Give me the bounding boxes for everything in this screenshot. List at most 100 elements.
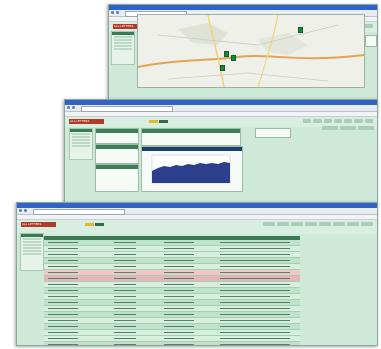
map-marker[interactable]: [298, 27, 303, 33]
back-icon[interactable]: [111, 11, 114, 14]
table-cell: [164, 338, 194, 339]
table-cell: [48, 320, 78, 321]
table-cell: [48, 296, 78, 297]
table-cell: [220, 248, 290, 249]
browser-toolbar: [65, 105, 377, 112]
table-cell: [164, 290, 194, 291]
table-cell: [114, 344, 136, 345]
table-cell: [114, 278, 136, 279]
table-cell: [220, 284, 290, 285]
table-cell: [48, 248, 78, 249]
header-menu: [263, 222, 373, 226]
tab[interactable]: [95, 223, 104, 226]
line-chart: [151, 154, 231, 184]
sidebar-nav: [111, 31, 135, 65]
table-cell: [164, 344, 194, 345]
table-cell: [164, 332, 194, 333]
table-cell: [114, 326, 136, 327]
header-menu: [303, 119, 373, 123]
browser-window-chart[interactable]: ALL LETTERS: [64, 99, 378, 205]
forward-icon[interactable]: [116, 11, 119, 14]
table-cell: [220, 278, 290, 279]
table-cell: [114, 242, 136, 243]
options-panel: [95, 164, 139, 192]
address-bar[interactable]: [81, 106, 173, 112]
table-cell: [164, 278, 194, 279]
table-cell: [164, 326, 194, 327]
map-info-panel: [365, 35, 377, 47]
table-cell: [48, 326, 78, 327]
table-cell: [220, 296, 290, 297]
table-cell: [220, 314, 290, 315]
table-cell: [114, 320, 136, 321]
table-cell: [114, 248, 136, 249]
back-icon[interactable]: [19, 209, 22, 212]
map-marker[interactable]: [231, 55, 236, 61]
table-cell: [48, 284, 78, 285]
table-cell: [164, 266, 194, 267]
status-panel: [255, 128, 291, 138]
table-cell: [220, 332, 290, 333]
table-cell: [48, 332, 78, 333]
table-cell: [164, 308, 194, 309]
device-panel: [95, 128, 139, 144]
map-canvas[interactable]: [137, 14, 365, 88]
table-cell: [48, 272, 78, 273]
table-cell: [220, 266, 290, 267]
table-cell: [220, 260, 290, 261]
table-cell: [114, 260, 136, 261]
forward-icon[interactable]: [72, 106, 75, 109]
table-cell: [48, 260, 78, 261]
tab[interactable]: [159, 120, 168, 123]
table-cell: [220, 320, 290, 321]
forward-icon[interactable]: [24, 209, 27, 212]
details-panel: [141, 128, 241, 146]
address-bar[interactable]: [33, 209, 125, 215]
table-cell: [48, 344, 78, 345]
filter-panel: [95, 144, 139, 164]
table-cell: [220, 308, 290, 309]
table-cell: [114, 314, 136, 315]
app-logo: ALL LETTERS: [69, 119, 104, 124]
table-cell: [220, 254, 290, 255]
table-cell: [220, 344, 290, 345]
action-buttons[interactable]: [322, 126, 374, 130]
table-cell: [114, 338, 136, 339]
table-cell: [164, 284, 194, 285]
table-cell: [164, 296, 194, 297]
table-cell: [164, 260, 194, 261]
sidebar-nav: [20, 233, 44, 271]
table-cell: [164, 272, 194, 273]
tab-active[interactable]: [85, 223, 94, 226]
table-cell: [48, 266, 78, 267]
tab-active[interactable]: [149, 120, 158, 123]
table-cell: [48, 242, 78, 243]
browser-window-table[interactable]: ALL LETTERS: [16, 202, 378, 346]
table-cell: [220, 338, 290, 339]
status-tabs: [85, 223, 104, 226]
table-row[interactable]: [44, 342, 300, 345]
table-cell: [164, 248, 194, 249]
table-cell: [114, 266, 136, 267]
table-cell: [114, 254, 136, 255]
table-cell: [114, 332, 136, 333]
data-table: [44, 236, 300, 345]
table-cell: [48, 338, 78, 339]
map-marker[interactable]: [224, 51, 229, 57]
table-cell: [164, 320, 194, 321]
map-marker[interactable]: [220, 65, 225, 71]
table-cell: [220, 272, 290, 273]
table-cell: [114, 308, 136, 309]
app-logo: ALL LETTERS: [21, 222, 56, 227]
table-cell: [48, 278, 78, 279]
map-view[interactable]: [137, 14, 365, 88]
table-cell: [164, 254, 194, 255]
back-icon[interactable]: [67, 106, 70, 109]
table-cell: [114, 296, 136, 297]
status-tabs: [149, 120, 168, 123]
table-cell: [48, 254, 78, 255]
chart-panel: [141, 146, 243, 192]
sidebar-nav: [69, 128, 93, 160]
table-cell: [220, 302, 290, 303]
table-cell: [220, 290, 290, 291]
